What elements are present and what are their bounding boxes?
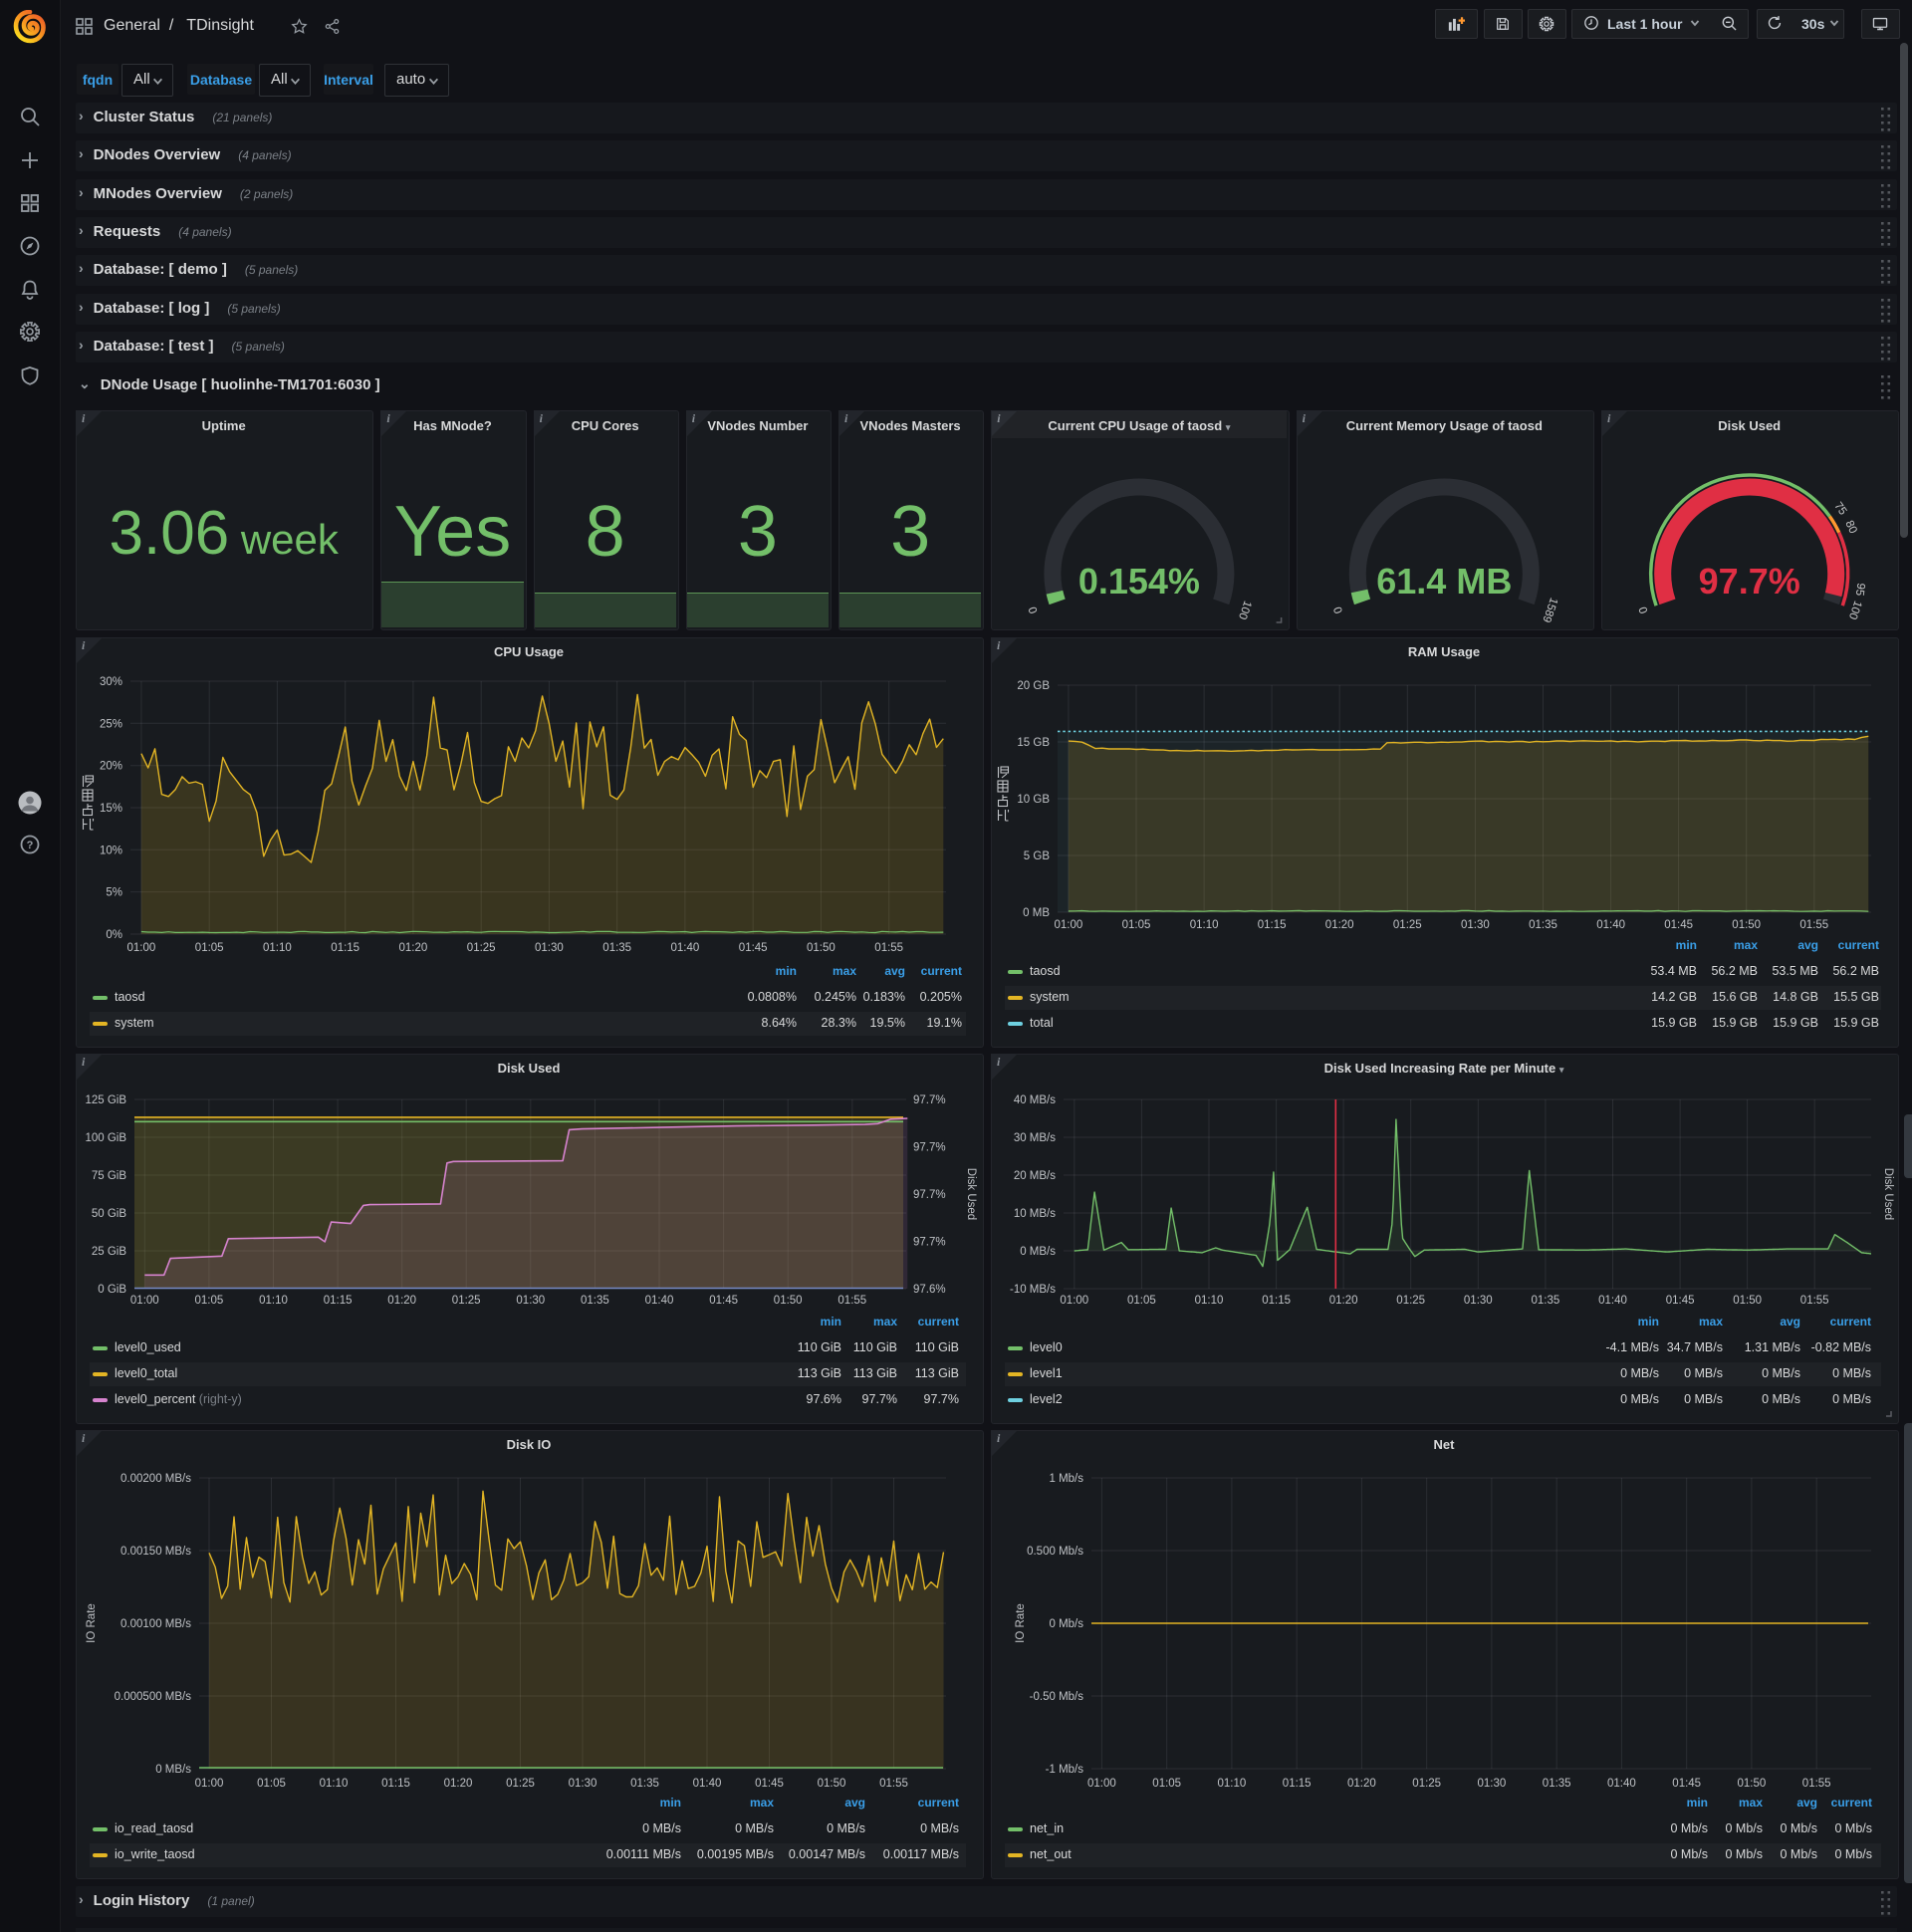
svg-text:?: ? bbox=[27, 840, 34, 851]
